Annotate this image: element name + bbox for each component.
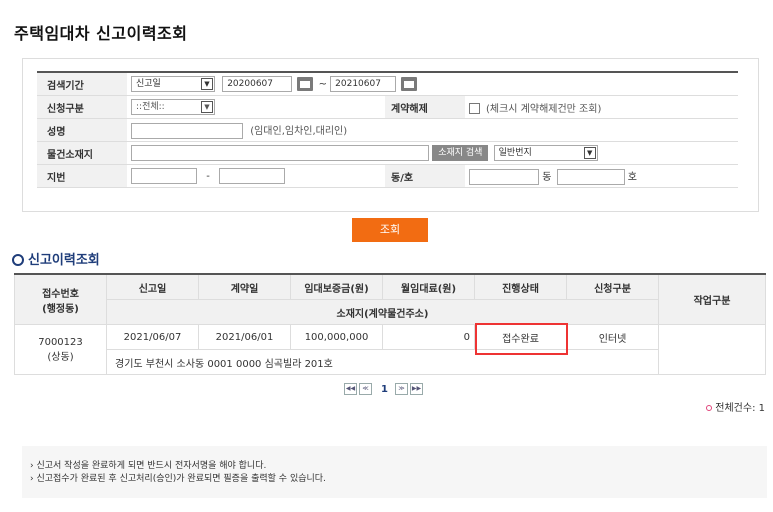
apply-type-cell: 인터넷: [566, 324, 659, 350]
location-input[interactable]: [131, 145, 429, 161]
action-cell[interactable]: [658, 324, 766, 375]
period-type-select[interactable]: 신고일 ▼: [131, 76, 215, 92]
receipt-no-cell: 7000123 (상동): [14, 324, 107, 375]
contract-cancel-hint: (체크시 계약해제건만 조회): [486, 103, 602, 115]
location-type-select[interactable]: 일반번지 ▼: [493, 145, 598, 161]
date-to-input[interactable]: 20210607: [330, 76, 397, 92]
lot-separator: -: [206, 171, 210, 182]
dong-ho-label: 동/호: [385, 164, 465, 188]
chevron-down-icon: ▼: [583, 147, 596, 159]
header-apply-type: 신청구분: [566, 273, 659, 300]
header-contract-date: 계약일: [198, 273, 291, 300]
header-deposit: 임대보증금(원): [290, 273, 383, 300]
location-label: 물건소재지: [37, 141, 127, 165]
apply-type-select[interactable]: ::전체:: ▼: [131, 99, 215, 115]
lot-sub-input[interactable]: [218, 168, 285, 184]
monthly-rent-cell: 0: [382, 324, 475, 350]
ho-suffix: 호: [627, 171, 637, 183]
page-number-current[interactable]: 1: [381, 384, 388, 395]
page-title: 주택임대차 신고이력조회: [14, 24, 188, 43]
header-monthly-rent: 월임대료(원): [382, 273, 475, 300]
next-page-icon[interactable]: ≫: [394, 383, 408, 395]
total-count: 전체건수: 1: [706, 399, 765, 414]
report-date-cell: 2021/06/07: [106, 324, 199, 350]
dong-input[interactable]: [469, 168, 539, 185]
lot-main-input[interactable]: [131, 168, 197, 184]
pagination: ◀◀ ≪ 1 ≫ ▶▶: [344, 383, 425, 395]
notice-item: › 신고접수가 완료된 후 신고처리(승인)가 완료되면 필증을 출력할 수 있…: [30, 474, 326, 484]
chevron-down-icon: ▼: [201, 101, 213, 113]
address-cell: 경기도 부천시 소사동 0001 0000 심곡빌라 201호: [106, 349, 659, 375]
progress-cell[interactable]: 접수완료: [474, 323, 568, 355]
name-input[interactable]: [131, 122, 243, 139]
header-address: 소재지(계약물건주소): [106, 299, 659, 325]
name-hint: (임대인,임차인,대리인): [250, 125, 348, 137]
bullet-icon: [706, 405, 713, 411]
ho-input[interactable]: [556, 168, 625, 185]
dong-suffix: 동: [542, 171, 552, 183]
header-progress: 진행상태: [474, 273, 567, 300]
lot-label: 지번: [37, 164, 127, 188]
table-row[interactable]: 경기도 부천시 소사동 0001 0000 심곡빌라 201호: [15, 349, 766, 375]
calendar-icon[interactable]: [401, 77, 418, 91]
contract-date-cell: 2021/06/01: [198, 324, 291, 350]
first-page-icon[interactable]: ◀◀: [344, 383, 357, 395]
notice-box: › 신고서 작성을 완료하게 되면 반드시 전자서명을 해야 합니다. › 신고…: [22, 446, 767, 498]
search-button[interactable]: 조회: [352, 218, 428, 242]
results-section-title: 신고이력조회: [12, 249, 100, 268]
notice-item: › 신고서 작성을 완료하게 되면 반드시 전자서명을 해야 합니다.: [30, 461, 267, 471]
date-separator: ~: [318, 79, 327, 90]
last-page-icon[interactable]: ▶▶: [409, 383, 423, 395]
search-table: 검색기간 신고일 ▼ 20200607 ~ 20210607 신청구분 ::전체:…: [37, 71, 738, 188]
apply-type-label: 신청구분: [37, 95, 127, 119]
calendar-icon[interactable]: [297, 77, 314, 91]
header-report-date: 신고일: [106, 273, 199, 300]
deposit-cell: 100,000,000: [290, 324, 383, 350]
header-receipt-no: 접수번호 (행정동): [14, 273, 107, 325]
search-form: 검색기간 신고일 ▼ 20200607 ~ 20210607 신청구분 ::전체:…: [22, 58, 759, 212]
name-label: 성명: [37, 118, 127, 142]
header-action: 작업구분: [658, 273, 766, 325]
results-table: 접수번호 (행정동) 신고일 계약일 임대보증금(원) 월임대료(원) 진행상태 …: [14, 273, 766, 375]
location-search-button[interactable]: 소재지 검색: [432, 145, 489, 161]
prev-page-icon[interactable]: ≪: [359, 383, 372, 395]
circle-bullet-icon: [12, 253, 24, 266]
chevron-down-icon: ▼: [201, 78, 213, 90]
contract-cancel-checkbox[interactable]: [469, 103, 480, 114]
contract-cancel-label: 계약해제: [385, 95, 465, 119]
period-label: 검색기간: [37, 72, 127, 96]
table-row[interactable]: 7000123 (상동) 2021/06/07 2021/06/01 100,00…: [14, 323, 766, 375]
date-from-input[interactable]: 20200607: [222, 76, 293, 92]
